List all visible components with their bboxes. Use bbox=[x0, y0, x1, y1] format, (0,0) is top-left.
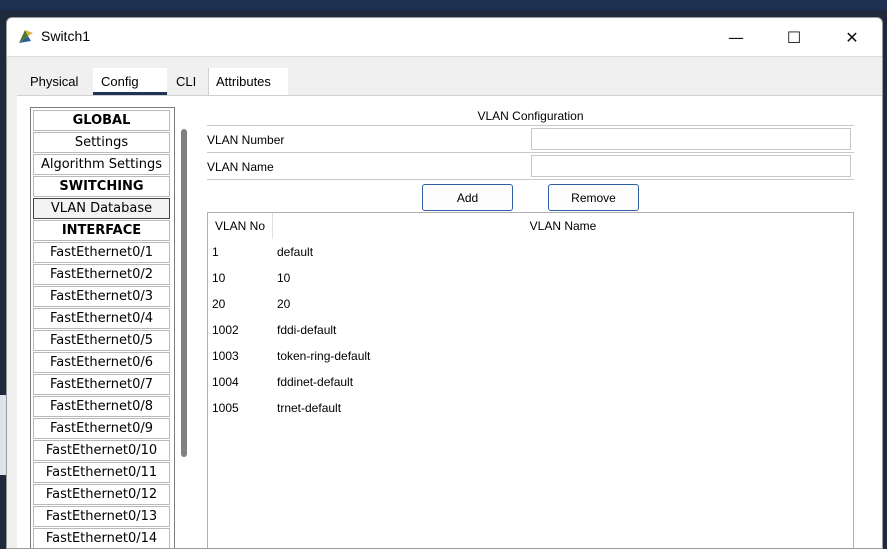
minimize-icon: — bbox=[728, 27, 744, 47]
vlan-name-cell: fddi-default bbox=[277, 323, 337, 337]
sidebar-item-fastethernet0-2[interactable]: FastEthernet0/2 bbox=[33, 264, 170, 285]
close-button[interactable]: ✕ bbox=[823, 18, 881, 56]
sidebar-header-switching: SWITCHING bbox=[33, 176, 170, 197]
column-header-vlan-no[interactable]: VLAN No bbox=[208, 213, 273, 239]
vlan-name-cell: default bbox=[277, 245, 314, 259]
sidebar-header-global: GLOBAL bbox=[33, 110, 170, 131]
desktop-background bbox=[0, 0, 887, 10]
tab-config[interactable]: Config bbox=[93, 68, 167, 95]
tab-cli[interactable]: CLI bbox=[167, 68, 208, 95]
table-row[interactable]: 1003 token-ring-default bbox=[208, 343, 853, 369]
vlan-no-cell: 1003 bbox=[212, 349, 239, 363]
sidebar-item-fastethernet0-5[interactable]: FastEthernet0/5 bbox=[33, 330, 170, 351]
sidebar-item-fastethernet0-3[interactable]: FastEthernet0/3 bbox=[33, 286, 170, 307]
sidebar-item-fastethernet0-14[interactable]: FastEthernet0/14 bbox=[33, 528, 170, 548]
switch-app-icon bbox=[19, 30, 33, 43]
close-icon: ✕ bbox=[845, 27, 859, 47]
vlan-name-cell: 20 bbox=[277, 297, 291, 311]
sidebar-item-vlan-database[interactable]: VLAN Database bbox=[33, 198, 170, 219]
sidebar-item-fastethernet0-12[interactable]: FastEthernet0/12 bbox=[33, 484, 170, 505]
switch-window: Switch1 — ☐ ✕ Physical Config CLI Attrib… bbox=[6, 17, 883, 549]
sidebar-item-fastethernet0-6[interactable]: FastEthernet0/6 bbox=[33, 352, 170, 373]
vlan-number-input[interactable] bbox=[531, 128, 851, 150]
tab-physical[interactable]: Physical bbox=[17, 68, 93, 95]
maximize-button[interactable]: ☐ bbox=[765, 18, 823, 56]
column-header-vlan-name[interactable]: VLAN Name bbox=[273, 213, 853, 239]
table-row[interactable]: 1005 trnet-default bbox=[208, 395, 853, 421]
table-row[interactable]: 1002 fddi-default bbox=[208, 317, 853, 343]
divider bbox=[207, 125, 854, 126]
sidebar-item-settings[interactable]: Settings bbox=[33, 132, 170, 153]
remove-button[interactable]: Remove bbox=[548, 184, 639, 211]
sidebar-item-fastethernet0-1[interactable]: FastEthernet0/1 bbox=[33, 242, 170, 263]
vlan-no-cell: 10 bbox=[212, 271, 226, 285]
tab-attributes[interactable]: Attributes bbox=[208, 68, 288, 95]
vlan-no-cell: 20 bbox=[212, 297, 226, 311]
sidebar-item-fastethernet0-4[interactable]: FastEthernet0/4 bbox=[33, 308, 170, 329]
vlan-no-cell: 1005 bbox=[212, 401, 239, 415]
table-row[interactable]: 10 10 bbox=[208, 265, 853, 291]
vlan-name-cell: trnet-default bbox=[277, 401, 342, 415]
sidebar-item-algorithm-settings[interactable]: Algorithm Settings bbox=[33, 154, 170, 175]
section-title: VLAN Configuration bbox=[477, 109, 584, 123]
vlan-number-label: VLAN Number bbox=[207, 133, 285, 147]
vlan-no-cell: 1004 bbox=[212, 375, 239, 389]
table-row[interactable]: 1004 fddinet-default bbox=[208, 369, 853, 395]
sidebar-item-fastethernet0-13[interactable]: FastEthernet0/13 bbox=[33, 506, 170, 527]
divider bbox=[207, 152, 854, 153]
config-panel: GLOBAL Settings Algorithm Settings SWITCHIN… bbox=[17, 95, 882, 548]
sidebar-scrollbar[interactable] bbox=[181, 129, 187, 457]
maximize-icon: ☐ bbox=[786, 27, 802, 47]
table-row[interactable]: 1 default bbox=[208, 239, 853, 265]
sidebar-header-interface: INTERFACE bbox=[33, 220, 170, 241]
sidebar-item-fastethernet0-8[interactable]: FastEthernet0/8 bbox=[33, 396, 170, 417]
config-sidebar: GLOBAL Settings Algorithm Settings SWITCHIN… bbox=[30, 107, 175, 548]
vlan-configuration-section: VLAN Configuration VLAN Number VLAN Name… bbox=[207, 96, 864, 548]
vlan-name-cell: fddinet-default bbox=[277, 375, 354, 389]
window-title: Switch1 bbox=[41, 28, 91, 44]
add-button[interactable]: Add bbox=[422, 184, 513, 211]
vlan-no-cell: 1 bbox=[212, 245, 219, 259]
tab-bar: Physical Config CLI Attributes bbox=[17, 68, 288, 95]
title-bar: Switch1 — ☐ ✕ bbox=[7, 18, 882, 57]
vlan-no-cell: 1002 bbox=[212, 323, 239, 337]
vlan-table: VLAN No VLAN Name 1 default 10 10 20 20 1002 fd… bbox=[207, 212, 854, 548]
sidebar-item-fastethernet0-9[interactable]: FastEthernet0/9 bbox=[33, 418, 170, 439]
vlan-name-input[interactable] bbox=[531, 155, 851, 177]
minimize-button[interactable]: — bbox=[707, 18, 765, 56]
sidebar-item-fastethernet0-10[interactable]: FastEthernet0/10 bbox=[33, 440, 170, 461]
vlan-name-cell: token-ring-default bbox=[277, 349, 371, 363]
sidebar-item-fastethernet0-7[interactable]: FastEthernet0/7 bbox=[33, 374, 170, 395]
sidebar-item-fastethernet0-11[interactable]: FastEthernet0/11 bbox=[33, 462, 170, 483]
vlan-name-cell: 10 bbox=[277, 271, 291, 285]
divider bbox=[207, 179, 854, 180]
table-row[interactable]: 20 20 bbox=[208, 291, 853, 317]
vlan-name-label: VLAN Name bbox=[207, 160, 274, 174]
